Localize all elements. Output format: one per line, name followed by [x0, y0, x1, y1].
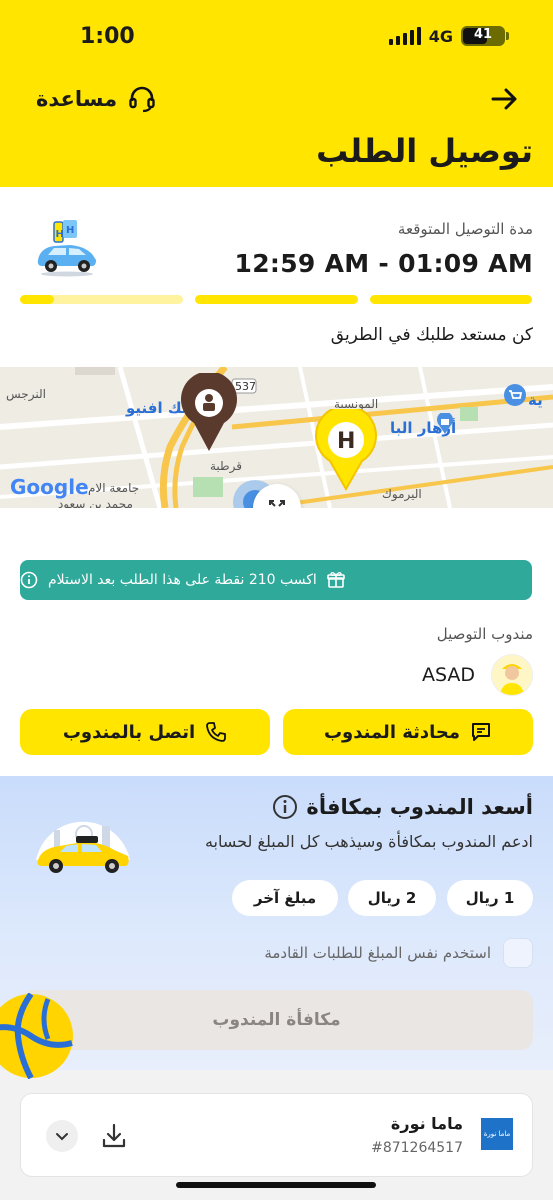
download-icon[interactable] — [100, 1122, 128, 1150]
store-location-marker-icon: H — [315, 409, 377, 491]
points-banner-text: اكسب 210 نقطة على هذا الطلب بعد الاستلام — [48, 572, 317, 588]
tip-option-1[interactable]: 1 ريال — [447, 880, 533, 916]
courier-avatar — [491, 654, 533, 696]
order-number: #871264517 — [371, 1140, 463, 1156]
delivery-status-message: كن مستعد طلبك في الطريق — [330, 325, 533, 345]
map-label: اليرموك — [382, 487, 422, 501]
phone-icon — [206, 722, 227, 742]
signal-icon — [388, 27, 421, 45]
home-indicator — [176, 1182, 376, 1188]
progress-segment-2 — [195, 295, 358, 304]
map-label: النرجس — [6, 387, 46, 401]
shop-marker-icon — [437, 413, 453, 434]
eta-label: مدة التوصيل المتوقعة — [397, 220, 533, 238]
network-type: 4G — [428, 26, 453, 46]
order-card[interactable] — [20, 1093, 533, 1177]
soccer-ball-icon — [0, 993, 73, 1079]
tip-courier-button[interactable]: مكافأة المندوب — [20, 990, 533, 1050]
store-logo-text: ماما نورة — [483, 1130, 511, 1138]
svg-text:H: H — [337, 429, 355, 454]
chevron-down-icon — [56, 1133, 68, 1141]
map-label: جامعة الام — [88, 481, 140, 495]
svg-text:H: H — [56, 229, 64, 240]
tip-taxi-illustration-icon — [36, 821, 130, 873]
delivery-car-icon: H H — [37, 220, 96, 277]
back-arrow-icon[interactable] — [489, 84, 519, 114]
chat-courier-button[interactable]: محادثة المندوب — [283, 709, 533, 755]
help-label: مساعدة — [36, 87, 118, 111]
chat-icon — [472, 723, 491, 741]
map-label: ية — [528, 391, 543, 409]
tip-title-row: أسعد المندوب بمكافأة — [272, 794, 533, 820]
tip-title: أسعد المندوب بمكافأة — [306, 795, 533, 819]
page-title: توصيل الطلب — [316, 132, 533, 170]
tip-subtitle: ادعم المندوب بمكافأة وسيذهب كل المبلغ لح… — [204, 832, 533, 851]
headset-icon — [129, 86, 155, 113]
store-name: ماما نورة — [390, 1114, 463, 1133]
gift-icon — [327, 572, 345, 588]
progress-segment-1 — [370, 295, 532, 304]
map-attribution: Google — [10, 475, 89, 499]
reuse-tip-label: استخدم نفس المبلغ للطلبات القادمة — [264, 944, 491, 962]
courier-label: مندوب التوصيل — [436, 625, 533, 643]
help-button[interactable]: مساعدة — [36, 84, 157, 114]
info-icon[interactable] — [20, 571, 38, 589]
customer-location-marker-icon — [181, 373, 237, 451]
info-icon[interactable] — [272, 794, 298, 820]
tip-courier-label: مكافأة المندوب — [212, 1010, 341, 1030]
status-icons: 4G 41 — [388, 26, 509, 46]
map-label: قرطبة — [210, 459, 242, 473]
svg-text:H: H — [66, 225, 74, 236]
chat-courier-label: محادثة المندوب — [323, 721, 461, 743]
tip-option-2[interactable]: 2 ريال — [348, 880, 436, 916]
battery-icon: 41 — [461, 26, 509, 46]
expand-order-button[interactable] — [46, 1120, 78, 1152]
eta-value: 12:59 AM - 01:09 AM — [234, 249, 533, 278]
store-logo: ماما نورة — [481, 1118, 513, 1150]
points-banner: اكسب 210 نقطة على هذا الطلب بعد الاستلام — [20, 560, 532, 600]
progress-segment-3 — [20, 295, 183, 304]
reuse-tip-checkbox[interactable] — [503, 938, 533, 968]
courier-name: ASAD — [421, 664, 475, 686]
call-courier-button[interactable]: اتصل بالمندوب — [20, 709, 270, 755]
status-time: 1:00 — [80, 24, 135, 49]
tip-option-other[interactable]: مبلغ آخر — [232, 880, 338, 916]
cart-marker-icon — [504, 384, 526, 406]
call-courier-label: اتصل بالمندوب — [62, 721, 196, 743]
battery-level: 41 — [473, 27, 493, 42]
